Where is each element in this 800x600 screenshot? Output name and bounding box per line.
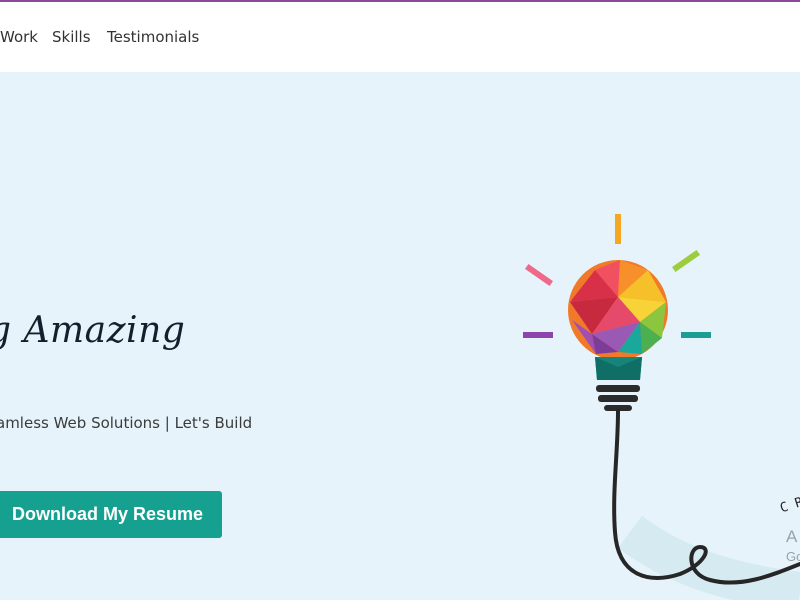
- nav-item-testimonials[interactable]: Testimonials: [107, 28, 199, 46]
- hero-headline: g Amazing: [0, 310, 186, 351]
- ray-left-up: [524, 263, 554, 287]
- ray-left: [523, 332, 553, 338]
- navbar: Work Skills Testimonials: [0, 2, 800, 72]
- ray-right: [681, 332, 711, 338]
- bulb-base-ring-1: [596, 385, 640, 392]
- lightbulb-icon: [523, 214, 800, 600]
- hero-section: g Amazing amless Web Solutions | Let's B…: [0, 72, 800, 600]
- side-text-go: Go: [786, 549, 800, 564]
- ray-top: [615, 214, 621, 244]
- bulb-glass: [568, 260, 668, 360]
- side-text-a: A: [786, 527, 798, 546]
- download-resume-button[interactable]: Download My Resume: [0, 491, 222, 538]
- nav-item-skills[interactable]: Skills: [52, 28, 91, 46]
- hero-tagline: amless Web Solutions | Let's Build: [0, 414, 253, 432]
- bulb-base-ring-2: [598, 395, 638, 402]
- nav-item-work[interactable]: Work: [0, 28, 38, 46]
- ray-right-up: [671, 249, 701, 273]
